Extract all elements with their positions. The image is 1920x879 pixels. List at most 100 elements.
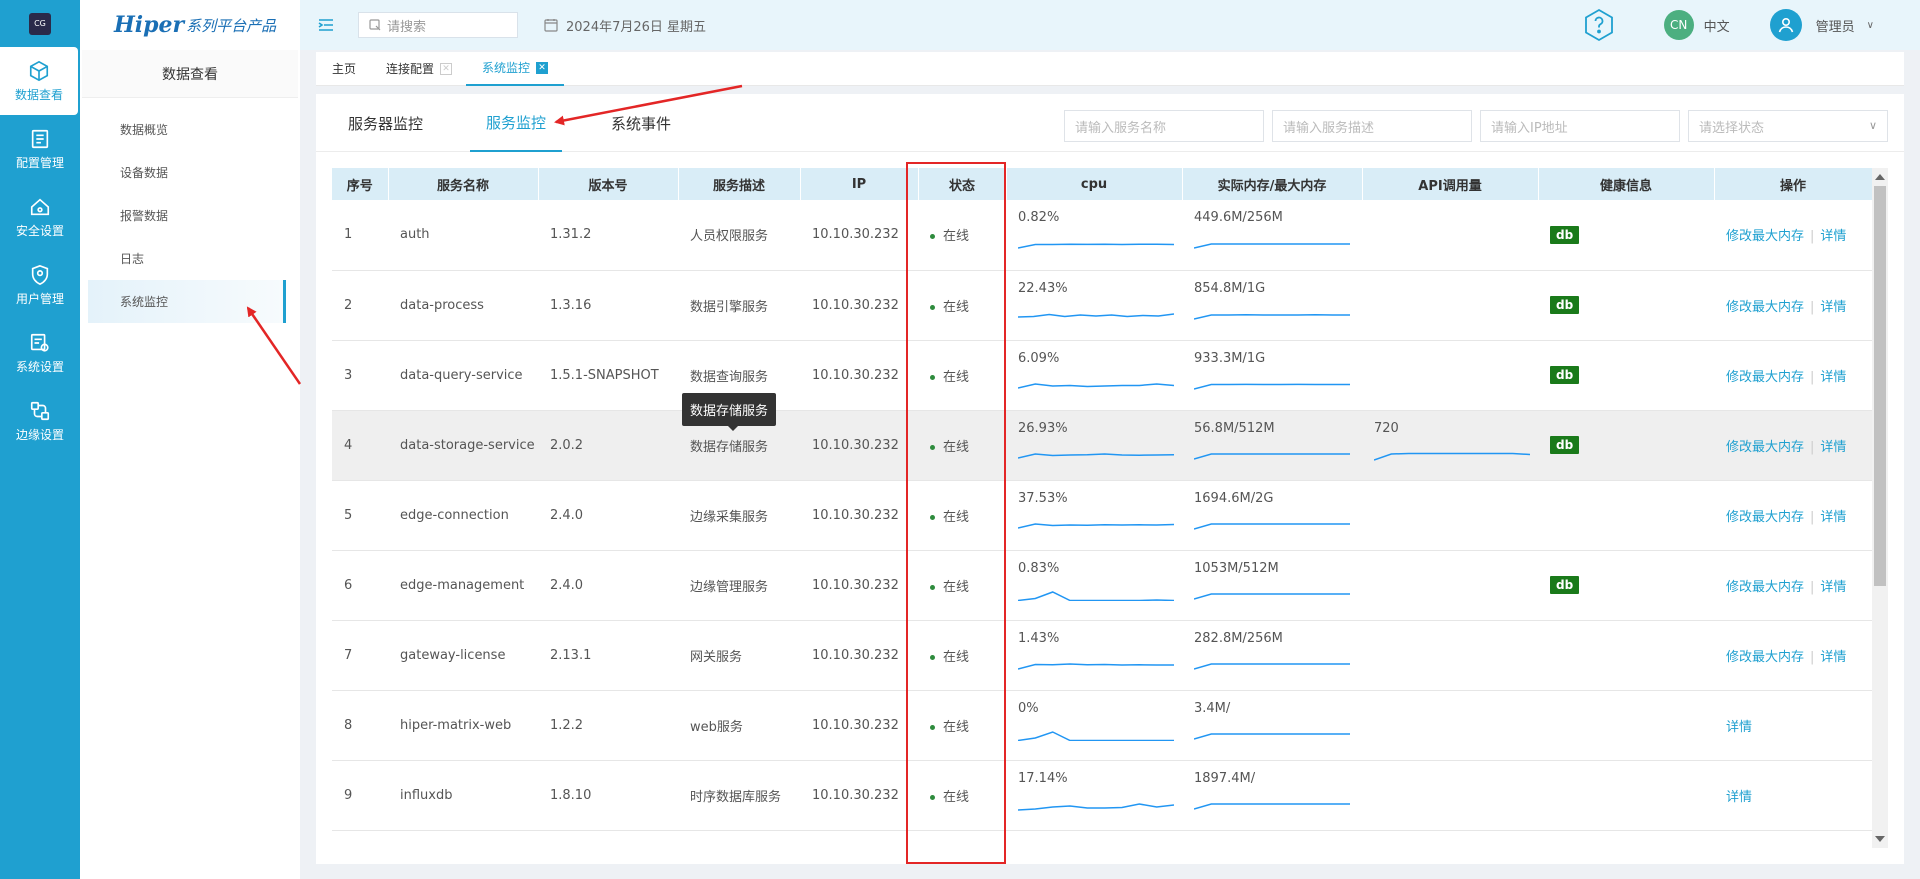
rail-item-edge[interactable]: 边缘设置 (0, 387, 80, 455)
cell-cpu: 0% (1006, 690, 1182, 761)
cell-api: 720 (1362, 410, 1538, 481)
tab-service-monitor[interactable]: 服务监控 (470, 94, 563, 152)
details-link[interactable]: 详情 (1820, 370, 1846, 385)
op-separator: | (1810, 439, 1815, 455)
scroll-up-icon[interactable] (1875, 174, 1885, 180)
cell-ip: 10.10.30.232 (800, 690, 918, 761)
sidebar-item-logs[interactable]: 日志 (88, 237, 286, 280)
scroll-down-icon[interactable] (1875, 836, 1885, 842)
cell-version: 1.31.2 (538, 200, 678, 271)
cell-memory: 1897.4M/ (1182, 760, 1362, 831)
api-value (1374, 631, 1538, 649)
rail-item-label: 配置管理 (15, 155, 64, 170)
details-link[interactable]: 详情 (1820, 650, 1846, 665)
cpu-value: 0.83% (1018, 560, 1060, 576)
menu-toggle-icon[interactable] (316, 15, 336, 35)
ip-input[interactable]: 请输入IP地址 (1480, 110, 1680, 142)
cell-actions: 修改最大内存 | 详情 (1714, 270, 1872, 341)
status-text: 在线 (943, 369, 970, 385)
page-tabs: 主页 连接配置 ✕ 系统监控 ✕ (316, 52, 1904, 86)
status-text: 在线 (943, 579, 970, 595)
cell-actions: 修改最大内存 | 详情 (1714, 620, 1872, 691)
cell-ip: 10.10.30.232 (800, 200, 918, 271)
cell-status: 在线 (918, 410, 1006, 481)
tab-system-events[interactable]: 系统事件 (611, 94, 671, 152)
user-avatar[interactable] (1769, 9, 1802, 41)
sidebar-item-alarm-data[interactable]: 报警数据 (88, 194, 286, 237)
details-link[interactable]: 详情 (1820, 440, 1846, 455)
cell-cpu: 1.43% (1006, 620, 1182, 691)
status-text: 在线 (943, 439, 970, 455)
app-logo[interactable]: CG (0, 0, 80, 47)
details-link[interactable]: 详情 (1820, 229, 1846, 244)
scroll-thumb[interactable] (1874, 186, 1886, 586)
cell-version: 1.2.2 (538, 690, 678, 761)
rail-item-config[interactable]: 配置管理 (0, 115, 80, 183)
cell-index: 9 (332, 760, 388, 831)
cell-health: db (1538, 410, 1714, 481)
cell-desc: 边缘采集服务 (678, 480, 800, 551)
tab-server-monitor[interactable]: 服务器监控 (348, 94, 423, 152)
search-input[interactable]: 请搜索 (387, 16, 426, 35)
cell-api (1362, 270, 1538, 341)
edit-max-memory-link[interactable]: 修改最大内存 (1726, 229, 1804, 244)
cpu-value: 0.82% (1018, 210, 1060, 225)
page-tab-system-monitor[interactable]: 系统监控 ✕ (466, 52, 565, 86)
sidebar-item-system-monitor[interactable]: 系统监控 (88, 280, 286, 323)
sparkline (1194, 243, 1350, 249)
table-scrollbar[interactable] (1872, 168, 1888, 848)
cpu-value: 0% (1018, 700, 1039, 716)
rail-item-label: 数据查看 (14, 87, 63, 102)
cell-index: 2 (332, 270, 388, 341)
page-tab-connection-config[interactable]: 连接配置 ✕ (386, 52, 453, 86)
rail-item-users[interactable]: 用户管理 (0, 251, 80, 319)
api-value (1374, 351, 1538, 369)
details-link[interactable]: 详情 (1726, 790, 1752, 805)
col-header-api: API调用量 (1362, 168, 1539, 200)
cell-api (1362, 340, 1538, 411)
help-icon[interactable] (1582, 8, 1616, 42)
edit-max-memory-link[interactable]: 修改最大内存 (1726, 650, 1804, 665)
cell-service-name: data-query-service (388, 340, 538, 411)
user-icon (1778, 17, 1793, 33)
details-link[interactable]: 详情 (1820, 510, 1846, 525)
edit-max-memory-link[interactable]: 修改最大内存 (1726, 580, 1804, 595)
details-link[interactable]: 详情 (1726, 720, 1752, 735)
edit-max-memory-link[interactable]: 修改最大内存 (1726, 300, 1804, 315)
sparkline (1194, 452, 1350, 460)
service-desc-input[interactable]: 请输入服务描述 (1272, 110, 1472, 142)
chevron-down-icon[interactable]: ∨ (1867, 20, 1874, 31)
page-tab-home[interactable]: 主页 (332, 52, 356, 86)
cell-version: 1.8.10 (538, 760, 678, 831)
rail-item-security[interactable]: 安全设置 (0, 183, 80, 251)
user-name[interactable]: 管理员 (1816, 16, 1855, 35)
cpu-value: 17.14% (1018, 770, 1068, 786)
close-icon[interactable]: ✕ (440, 62, 453, 75)
close-icon[interactable]: ✕ (536, 61, 549, 74)
rail-item-label: 安全设置 (15, 223, 64, 238)
cell-ip: 10.10.30.232 (800, 550, 918, 621)
details-link[interactable]: 详情 (1820, 300, 1846, 315)
cell-health: db (1538, 550, 1714, 621)
rail-item-data-view[interactable]: 数据查看 (0, 47, 78, 115)
cell-index: 5 (332, 480, 388, 551)
rail-item-system-settings[interactable]: 系统设置 (0, 319, 80, 387)
cell-health (1538, 480, 1714, 551)
sidebar-item-overview[interactable]: 数据概览 (88, 108, 286, 151)
cell-status: 在线 (918, 760, 1006, 831)
cell-index: 1 (332, 200, 388, 271)
cell-health (1538, 690, 1714, 761)
sidebar-item-device-data[interactable]: 设备数据 (88, 151, 286, 194)
details-link[interactable]: 详情 (1820, 580, 1846, 595)
status-online-dot (930, 724, 935, 730)
edit-max-memory-link[interactable]: 修改最大内存 (1726, 440, 1804, 455)
edit-max-memory-link[interactable]: 修改最大内存 (1726, 510, 1804, 525)
search-box[interactable]: 请搜索 (358, 12, 518, 38)
cell-version: 1.5.1-SNAPSHOT (538, 340, 678, 411)
language-avatar[interactable]: CN (1663, 10, 1694, 40)
status-select[interactable]: 请选择状态 ∨ (1688, 110, 1888, 142)
language-label[interactable]: 中文 (1704, 16, 1730, 35)
sparkline (1374, 452, 1530, 461)
edit-max-memory-link[interactable]: 修改最大内存 (1726, 370, 1804, 385)
service-name-input[interactable]: 请输入服务名称 (1064, 110, 1264, 142)
